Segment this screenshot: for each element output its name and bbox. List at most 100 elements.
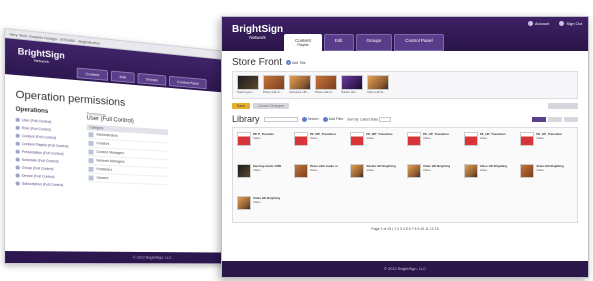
thumbnail	[289, 75, 311, 90]
header-links: Account Sign Out	[527, 21, 582, 26]
sort-select[interactable]: Sort by: Latest Date	[347, 116, 392, 122]
plus-icon: +	[286, 60, 292, 65]
library-item-info: Video HD Brighting Video	[536, 164, 564, 172]
back-tab-control-panel[interactable]: Control Panel	[169, 75, 207, 90]
store-front-caption: Instructor HD...	[289, 90, 310, 94]
view-toggle	[532, 116, 578, 122]
library-item[interactable]: Photo with Audio re Video	[293, 164, 347, 194]
thumbnail	[350, 164, 365, 178]
library-item-info: PE_MP_Transition Video	[366, 132, 393, 140]
account-link[interactable]: Account	[527, 21, 549, 26]
store-front-item[interactable]: Sticker HD...	[341, 75, 363, 95]
view-toggle-list[interactable]	[548, 116, 562, 122]
expand-icon	[15, 117, 20, 123]
thumbnail	[520, 164, 535, 178]
expand-icon	[15, 133, 20, 138]
thumbnail	[407, 132, 421, 146]
store-front-item[interactable]: Starring Au...	[237, 75, 259, 95]
store-front-caption: Video HD B...	[367, 90, 386, 94]
expand-icon	[15, 157, 20, 162]
tab-control-panel[interactable]: Control Panel	[394, 34, 444, 51]
store-front-section: Store Front + Add Title Starring Au... Pho…	[222, 51, 588, 109]
pagination[interactable]: Page 1 of 13 | 1 2 3 4 5 6 7 8 9 10 11 1…	[232, 227, 578, 231]
library-item[interactable]: PE_HP_Transition Video	[407, 132, 460, 162]
search-button[interactable]: Search	[301, 116, 319, 122]
sign-out-icon	[559, 21, 565, 26]
library-item[interactable]: Video HD Brighting Video	[520, 164, 573, 194]
account-icon	[527, 21, 533, 26]
front-window-header: BrightSign Network Account Sign Out Cont…	[222, 17, 588, 51]
add-files-button[interactable]: Add Files	[322, 116, 343, 122]
library-item-info: Video HD Brighting Video	[253, 196, 281, 204]
back-tab-groups[interactable]: Groups	[137, 72, 167, 86]
thumbnail	[237, 196, 251, 210]
tab-edit[interactable]: Edit	[323, 34, 354, 51]
library-item[interactable]: Video HD Brighting Video	[463, 164, 517, 194]
search-icon	[301, 116, 307, 122]
thumbnail	[237, 75, 259, 90]
operation-item[interactable]: Subscription (Full Control)	[15, 179, 79, 189]
expand-icon	[15, 165, 20, 170]
library-item[interactable]: PE_HP_Transition Video	[463, 132, 517, 162]
library-item-info: Video HD Brighting Video	[423, 164, 451, 172]
add-title-button[interactable]: + Add Title	[286, 60, 306, 65]
library-item-info: Video HD Brighting Video	[479, 164, 508, 172]
sign-out-link[interactable]: Sign Out	[559, 21, 582, 26]
thumbnail	[350, 132, 365, 146]
store-front-caption: Photo with A...	[263, 90, 283, 94]
library-item[interactable]: Sticker HD Brighting Video	[350, 164, 403, 194]
tab-content[interactable]: Content Playlist	[284, 34, 322, 51]
tab-groups[interactable]: Groups	[355, 34, 393, 51]
expand-icon	[15, 141, 20, 146]
library-item-info: PE_HP_Transition Video	[479, 132, 506, 140]
save-button[interactable]: Save	[232, 103, 250, 109]
library-section: Library Search Add Files Sort by: Latest…	[222, 109, 588, 231]
brightsign-logo: BrightSign Network	[18, 46, 65, 65]
back-tab-content[interactable]: Content	[76, 67, 109, 81]
library-item[interactable]: PE_HP_Transition Video	[520, 132, 573, 162]
front-tab-bar: Content Playlist Edit Groups Control Pan…	[284, 34, 444, 51]
library-item[interactable]: PE_MP_Transition Video	[293, 132, 347, 162]
store-front-item[interactable]: Photo with A...	[263, 75, 285, 95]
thumbnail	[237, 164, 251, 178]
library-item-info: Starring Audio 1080 Video	[253, 164, 282, 172]
cancel-changes-button[interactable]: Cancel Changes	[252, 103, 289, 109]
library-item[interactable]: Video HD Brighting Video	[407, 164, 460, 194]
thumbnail	[463, 164, 478, 178]
view-toggle-details[interactable]	[564, 116, 578, 122]
library-title: Library	[232, 114, 260, 124]
library-item[interactable]: PE P_Transitio Video	[237, 132, 290, 162]
search-input[interactable]	[263, 116, 298, 122]
back-tab-edit[interactable]: Edit	[110, 70, 135, 84]
store-front-strip: Starring Au... Photo with A... Instructor …	[232, 71, 578, 99]
thumbnail	[520, 132, 535, 146]
thumbnail	[263, 75, 285, 90]
thumbnail	[315, 75, 337, 90]
library-item-info: PE P_Transitio Video	[253, 132, 275, 140]
front-window-footer: © 2012 BrightSign, LLC	[222, 261, 588, 277]
operations-list: Operations User (Full Control) Role (Ful…	[15, 107, 79, 190]
expand-icon	[15, 149, 20, 154]
library-item[interactable]: PE_MP_Transition Video	[350, 132, 403, 162]
brand-sub: Network	[249, 35, 266, 40]
store-front-item[interactable]: Video HD B...	[367, 75, 389, 95]
thumbnail	[463, 132, 478, 146]
store-front-caption: Photo with A...	[315, 90, 335, 94]
view-toggle-grid[interactable]	[532, 116, 546, 122]
library-item-info: Photo with Audio re Video	[309, 164, 338, 172]
library-item[interactable]: Video HD Brighting Video	[237, 196, 290, 226]
store-front-item[interactable]: Instructor HD...	[289, 75, 311, 95]
store-front-item[interactable]: Photo with A...	[315, 75, 337, 95]
store-front-title: Store Front	[232, 57, 283, 68]
store-front-title-row: Store Front + Add Title	[232, 57, 578, 68]
library-item[interactable]: Starring Audio 1080 Video	[237, 164, 290, 194]
library-item-info: Sticker HD Brighting Video	[366, 164, 396, 172]
thumbnail	[407, 164, 421, 178]
publish-button[interactable]	[548, 103, 578, 109]
brand-name: BrightSign	[232, 24, 284, 35]
store-front-caption: Sticker HD...	[341, 90, 358, 94]
library-item-info: PE_HP_Transition Video	[536, 132, 563, 140]
library-grid: PE P_Transitio Video PE_MP_Transition Video…	[232, 127, 578, 223]
thumbnail	[237, 132, 251, 146]
expand-icon	[15, 173, 20, 178]
